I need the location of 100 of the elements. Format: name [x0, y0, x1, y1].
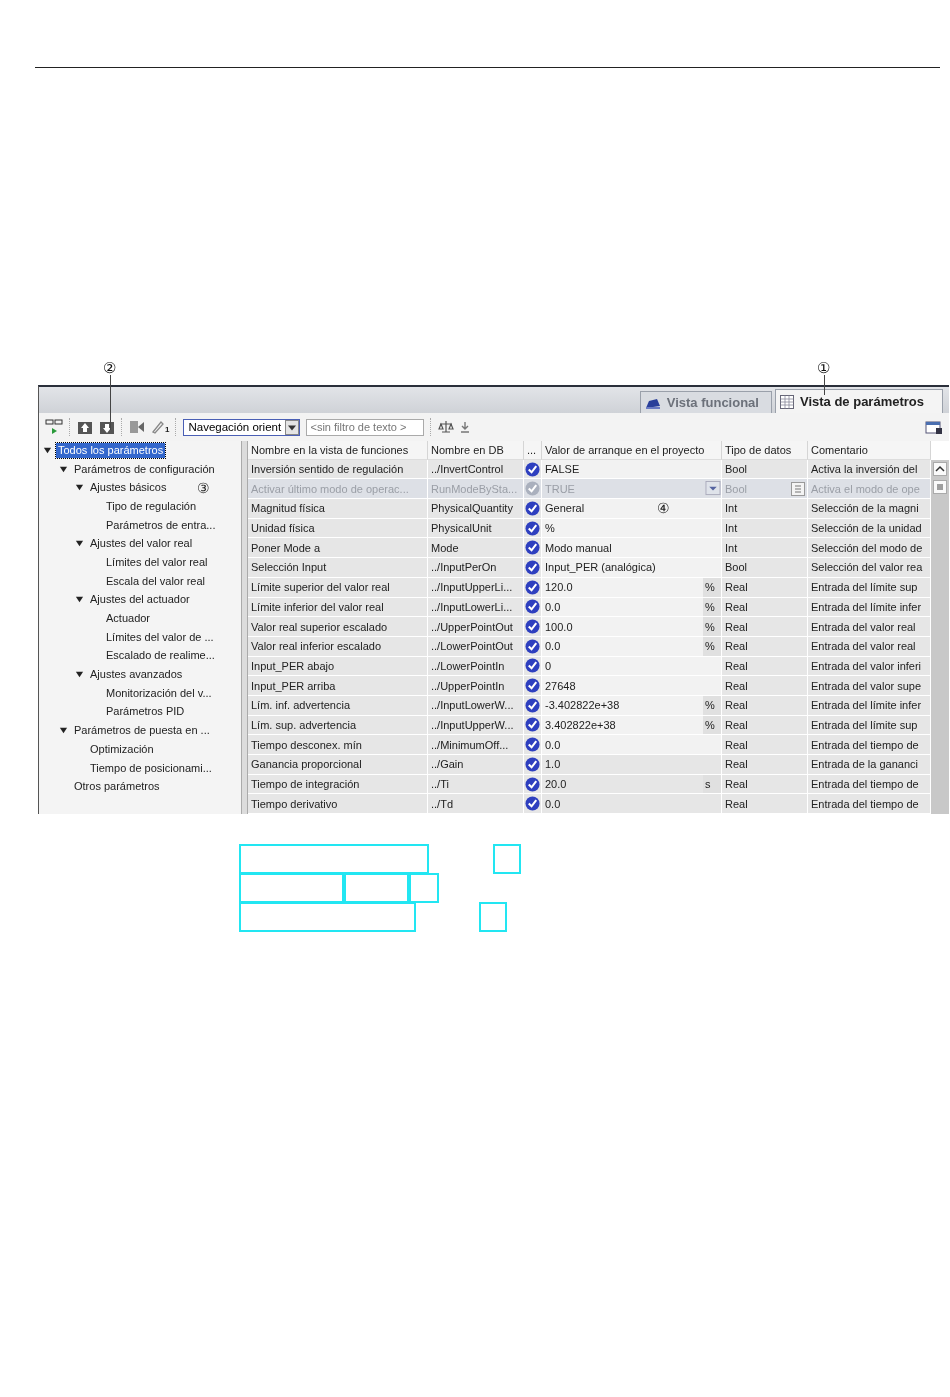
tree-item[interactable]: Ajustes del actuador — [88, 592, 192, 608]
tree-item[interactable]: Tipo de regulación — [104, 498, 199, 514]
table-cell: Mode — [428, 538, 524, 558]
table-cell: Real — [725, 600, 748, 613]
pencil-icon[interactable] — [151, 420, 165, 434]
table-cell: 27648 — [545, 679, 576, 692]
tree-item[interactable]: Monitorización del v... — [104, 685, 214, 701]
table-cell: TRUE — [545, 482, 575, 495]
table-cell: % — [545, 522, 555, 535]
dropdown-button[interactable] — [705, 481, 721, 497]
scroll-up-icon[interactable] — [933, 461, 947, 476]
table-cell: Selección de la magni — [808, 499, 931, 518]
filter-field[interactable]: <sin filtro de texto > — [306, 418, 425, 436]
table-cell: Entrada del tiempo de — [808, 735, 931, 754]
table-cell: 0.0 — [545, 640, 561, 653]
expand-arrow-icon[interactable] — [75, 595, 84, 605]
table-cell: ../InputPerOn — [428, 558, 524, 577]
list-icon[interactable] — [791, 481, 805, 496]
table-cell: Modo manual — [545, 541, 612, 554]
download-icon[interactable] — [99, 419, 115, 435]
table-cell: Selección Input — [248, 558, 428, 577]
tree-item[interactable]: Ajustes del valor real — [88, 536, 195, 552]
column-header[interactable]: Nombre en DB — [428, 441, 524, 460]
table-cell: Real — [725, 659, 748, 672]
table-cell: Ganancia proporcional — [248, 755, 428, 774]
callout-number: ④ — [657, 501, 670, 516]
expand-arrow-icon[interactable] — [75, 670, 84, 680]
table-cell: ../Gain — [428, 755, 524, 774]
navigation-dropdown[interactable]: Navegación orient — [183, 418, 301, 436]
monitor-icon[interactable] — [45, 419, 63, 435]
tree-item[interactable]: Ajustes básicos — [88, 480, 169, 496]
table-cell: 0 — [545, 659, 552, 672]
unit-label: % — [703, 617, 721, 636]
column-header[interactable]: Comentario — [808, 441, 931, 460]
table-cell: Real — [725, 738, 748, 751]
download-arrow-icon[interactable] — [460, 420, 471, 434]
view-tab[interactable]: Vista funcional — [639, 391, 772, 413]
table-cell: Int — [725, 541, 738, 554]
table-cell: FALSE — [545, 463, 580, 476]
tree-item[interactable]: Parámetros PID — [104, 704, 187, 720]
callout-number: ③ — [197, 480, 210, 495]
tree-item[interactable]: Optimización — [88, 741, 156, 757]
grid-arrow-icon[interactable] — [129, 419, 145, 435]
column-header[interactable]: Valor de arranque en el proyecto — [542, 441, 722, 460]
expand-arrow-icon[interactable] — [43, 445, 52, 455]
table-cell: 20.0 — [545, 778, 567, 791]
table-cell: 0.0 — [545, 600, 561, 613]
scroll-thumb[interactable] — [933, 480, 947, 495]
tree-item[interactable]: Otros parámetros — [72, 779, 162, 795]
column-header[interactable]: ... — [524, 441, 542, 460]
table-icon — [779, 394, 794, 409]
table-cell: ../Td — [428, 794, 524, 814]
table-cell: Entrada del tiempo de — [808, 794, 931, 814]
panel-lock-icon[interactable] — [925, 419, 943, 435]
tree-item[interactable]: Todos los parámetros — [56, 442, 166, 458]
table-cell: 3.402822e+38 — [545, 718, 616, 731]
expand-arrow-icon[interactable] — [75, 539, 84, 549]
pencil-subscript-label: 1 — [165, 426, 170, 434]
table-cell: Real — [725, 640, 748, 653]
tree-item[interactable]: Límites del valor de ... — [104, 629, 216, 645]
table-cell: Bool — [725, 561, 748, 574]
table-cell: Real — [725, 758, 748, 771]
table-cell: Input_PER arriba — [248, 676, 428, 695]
table-cell: -3.402822e+38 — [545, 699, 620, 712]
table-cell: 1.0 — [545, 758, 561, 771]
table-cell: Tiempo derivativo — [248, 794, 428, 814]
table-cell: ../UpperPointIn — [428, 676, 524, 695]
expand-arrow-icon[interactable] — [59, 726, 68, 736]
tree-item[interactable]: Actuador — [104, 611, 153, 627]
empty-box — [493, 844, 521, 875]
tree-item[interactable]: Ajustes avanzados — [88, 667, 185, 683]
expand-arrow-icon[interactable] — [59, 464, 68, 474]
callout-number: ① — [817, 360, 830, 375]
table-cell: Magnitud física — [248, 499, 428, 518]
tree-item[interactable]: Parámetros de puesta en ... — [72, 723, 212, 739]
table-cell: RunModeBySta... — [428, 479, 524, 499]
table-cell: 120.0 — [545, 581, 573, 594]
table-cell: Valor real superior escalado — [248, 617, 428, 636]
tree-item[interactable]: Escala del valor real — [104, 573, 208, 589]
table-cell: Selección del modo de — [808, 538, 931, 558]
expand-arrow-icon[interactable] — [75, 483, 84, 493]
table-cell: Real — [725, 797, 748, 810]
tree-item[interactable]: Tiempo de posicionami... — [88, 760, 214, 776]
column-header[interactable]: Nombre en la vista de funciones — [248, 441, 428, 460]
table-cell: Int — [725, 502, 738, 515]
scale-icon[interactable] — [438, 420, 455, 434]
table-cell: Real — [725, 718, 748, 731]
view-tab[interactable]: Vista de parámetros — [774, 389, 943, 413]
table-cell: PhysicalQuantity — [428, 499, 524, 518]
column-header[interactable]: Tipo de datos — [722, 441, 808, 460]
table-cell: 0.0 — [545, 797, 561, 810]
tree-item[interactable]: Parámetros de configuración — [72, 461, 217, 477]
scrollbar[interactable] — [931, 459, 949, 815]
table-cell: Real — [725, 778, 748, 791]
table-cell: Real — [725, 679, 748, 692]
upload-icon[interactable] — [77, 419, 93, 435]
tree-item[interactable]: Escalado de realime... — [104, 648, 217, 664]
table-cell: 0.0 — [545, 738, 561, 751]
tree-item[interactable]: Límites del valor real — [104, 554, 210, 570]
tree-item[interactable]: Parámetros de entra... — [104, 517, 218, 533]
